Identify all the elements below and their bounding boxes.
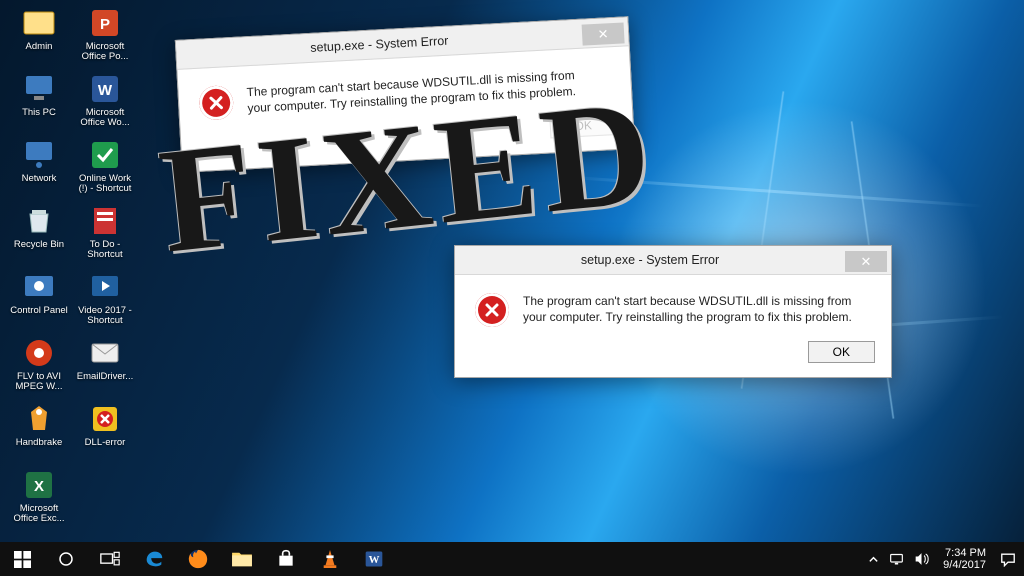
file-explorer-icon — [231, 550, 253, 568]
error-icon — [198, 85, 234, 121]
desktop-icon-admin[interactable]: Admin — [6, 4, 72, 70]
word-icon: W — [364, 549, 384, 569]
desktop-icon-label: FLV to AVI MPEG W... — [8, 372, 70, 393]
desktop-icon-excel[interactable]: X Microsoft Office Exc... — [6, 466, 72, 532]
powerpoint-icon: P — [88, 6, 122, 40]
desktop-icon-network[interactable]: Network — [6, 136, 72, 202]
desktop-icon-label: Admin — [26, 42, 53, 52]
video-2017-icon — [88, 270, 122, 304]
svg-text:W: W — [369, 554, 380, 566]
desktop-icon-handbrake[interactable]: Handbrake — [6, 400, 72, 466]
svg-text:W: W — [98, 82, 113, 99]
error-dialog-2[interactable]: setup.exe - System Error ✕ The program c… — [454, 245, 892, 378]
clock-time: 7:34 PM — [945, 547, 986, 559]
desktop-icon-emaildriver[interactable]: EmailDriver... — [72, 334, 138, 400]
desktop-icon-label: Video 2017 - Shortcut — [74, 306, 136, 327]
desktop-icon-flv-to-avi[interactable]: FLV to AVI MPEG W... — [6, 334, 72, 400]
close-icon: ✕ — [861, 254, 872, 270]
taskbar-app-explorer[interactable] — [220, 542, 264, 576]
desktop-icon-label: EmailDriver... — [77, 372, 133, 382]
desktop-icon-word[interactable]: W Microsoft Office Wo... — [72, 70, 138, 136]
desktop-icon-label: Microsoft Office Po... — [74, 42, 136, 63]
error-dialog-1[interactable]: setup.exe - System Error ✕ The program c… — [175, 16, 635, 173]
desktop-icon-todo[interactable]: To Do - Shortcut — [72, 202, 138, 268]
desktop-icon-label: To Do - Shortcut — [74, 240, 136, 261]
svg-text:X: X — [34, 478, 44, 495]
windows-logo-icon — [14, 551, 31, 568]
desktop-icon-label: Handbrake — [16, 438, 62, 448]
recycle-bin-icon — [22, 204, 56, 238]
taskbar-app-firefox[interactable] — [176, 542, 220, 576]
action-center-button[interactable] — [1000, 552, 1016, 567]
desktop-icon-label: Microsoft Office Wo... — [74, 108, 136, 129]
flv-to-avi-icon — [22, 336, 56, 370]
ok-button[interactable]: OK — [549, 113, 617, 138]
handbrake-icon — [22, 402, 56, 436]
start-button[interactable] — [0, 542, 44, 576]
desktop-icon-grid: Admin This PC Network Recycle Bin Control Pa… — [0, 0, 138, 532]
desktop-icon-video-2017[interactable]: Video 2017 - Shortcut — [72, 268, 138, 334]
cortana-icon — [57, 550, 75, 568]
online-work-icon — [88, 138, 122, 172]
taskbar-app-store[interactable] — [264, 542, 308, 576]
desktop-icon-label: This PC — [22, 108, 56, 118]
control-panel-icon — [22, 270, 56, 304]
network-icon — [22, 138, 56, 172]
ok-button[interactable]: OK — [808, 341, 875, 363]
clock-date: 9/4/2017 — [943, 559, 986, 571]
task-view-button[interactable] — [88, 542, 132, 576]
taskbar-app-word[interactable]: W — [352, 542, 396, 576]
tray-network-icon[interactable] — [889, 553, 904, 566]
desktop-icon-recycle-bin[interactable]: Recycle Bin — [6, 202, 72, 268]
taskbar-app-edge[interactable] — [132, 542, 176, 576]
desktop-icon-dll-error[interactable]: DLL-error — [72, 400, 138, 466]
desktop-icon-online-work[interactable]: Online Work (!) - Shortcut — [72, 136, 138, 202]
emaildriver-icon — [88, 336, 122, 370]
taskbar: W 7:34 PM 9/4/2017 — [0, 542, 1024, 576]
admin-icon — [22, 6, 56, 40]
desktop-icon-label: Recycle Bin — [14, 240, 64, 250]
svg-text:P: P — [100, 16, 110, 33]
excel-icon: X — [22, 468, 56, 502]
desktop-icon-powerpoint[interactable]: P Microsoft Office Po... — [72, 4, 138, 70]
desktop-icon-label: Network — [22, 174, 57, 184]
desktop-icon-this-pc[interactable]: This PC — [6, 70, 72, 136]
desktop-icon-label: Control Panel — [10, 306, 68, 316]
edge-icon — [143, 548, 165, 570]
todo-icon — [88, 204, 122, 238]
dll-error-icon — [88, 402, 122, 436]
tray-chevron-up-icon[interactable] — [868, 554, 879, 565]
dialog-titlebar[interactable]: setup.exe - System Error ✕ — [455, 246, 891, 275]
desktop-icon-label: DLL-error — [85, 438, 126, 448]
dialog-message: The program can't start because WDSUTIL.… — [523, 293, 863, 327]
this-pc-icon — [22, 72, 56, 106]
close-button[interactable]: ✕ — [582, 22, 625, 45]
word-icon: W — [88, 72, 122, 106]
taskbar-app-vlc[interactable] — [308, 542, 352, 576]
desktop-icon-label: Microsoft Office Exc... — [8, 504, 70, 525]
close-icon: ✕ — [597, 26, 609, 43]
close-button[interactable]: ✕ — [845, 251, 887, 272]
task-view-icon — [100, 551, 120, 567]
system-tray: 7:34 PM 9/4/2017 — [860, 542, 1024, 576]
cortana-search-button[interactable] — [44, 542, 88, 576]
vlc-icon — [321, 549, 339, 569]
dialog-title: setup.exe - System Error — [455, 253, 845, 267]
desktop-icon-label: Online Work (!) - Shortcut — [74, 174, 136, 195]
firefox-icon — [187, 548, 209, 570]
error-icon — [475, 293, 509, 327]
store-icon — [276, 549, 296, 569]
dialog-message: The program can't start because WDSUTIL.… — [246, 67, 587, 119]
desktop-icon-control-panel[interactable]: Control Panel — [6, 268, 72, 334]
tray-volume-icon[interactable] — [914, 552, 929, 566]
taskbar-clock[interactable]: 7:34 PM 9/4/2017 — [939, 547, 990, 571]
